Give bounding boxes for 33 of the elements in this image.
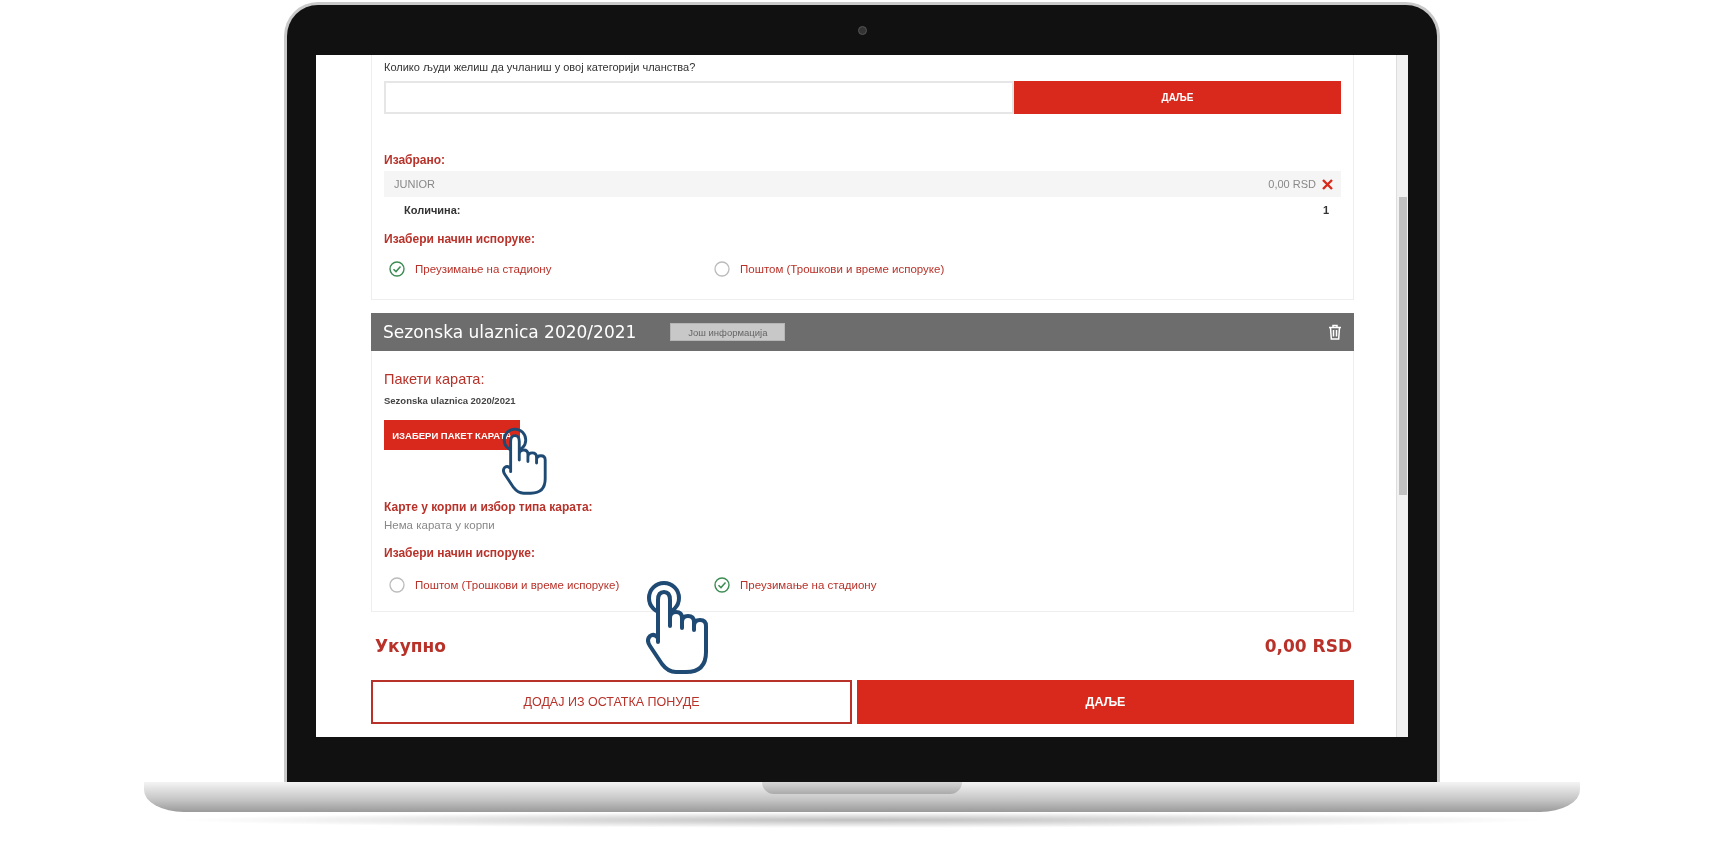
camera-icon — [857, 26, 867, 35]
delivery-option-label[interactable]: Преузимање на стадиону — [415, 263, 552, 275]
section-heading: Изабери начин испоруке: — [384, 232, 536, 246]
quantity-value: 1 — [1322, 204, 1329, 216]
quantity-label: Количина: — [404, 204, 461, 216]
checked-radio-icon[interactable] — [714, 577, 730, 593]
add-more-button[interactable]: ДОДАЈ ИЗ ОСТАТКА ПОНУДЕ — [371, 680, 852, 724]
delivery-option-label[interactable]: Преузимање на стадиону — [740, 579, 877, 591]
total-label: Укупно — [375, 636, 446, 656]
section-heading: Изабрано: — [384, 153, 447, 167]
question-text: Колико људи желиш да учланиш у овој категорији чланства? — [384, 61, 697, 73]
radio-icon[interactable] — [714, 261, 730, 277]
card-title: Sezonska ulaznica 2020/2021 — [383, 322, 637, 342]
empty-cart-text: Нема карата у корпи — [384, 519, 496, 531]
delivery-option-label[interactable]: Поштом (Трошкови и време испоруке) — [415, 579, 620, 591]
trash-icon[interactable] — [1328, 324, 1342, 340]
more-info-button[interactable]: Још информација — [670, 323, 786, 341]
checked-radio-icon[interactable] — [389, 261, 405, 277]
radio-icon[interactable] — [389, 577, 405, 593]
quantity-input-field[interactable] — [384, 81, 1014, 114]
section-heading: Карте у корпи и избор типа карата: — [384, 500, 594, 514]
section-heading: Изабери начин испоруке: — [384, 546, 536, 560]
section-heading: Пакети карата: — [384, 371, 486, 387]
scrollbar[interactable] — [1396, 55, 1408, 737]
package-name: Sezonska ulaznica 2020/2021 — [384, 395, 517, 406]
next-button[interactable]: ДАЉЕ — [1014, 81, 1341, 114]
close-icon[interactable] — [1322, 178, 1333, 190]
delivery-option-label[interactable]: Поштом (Трошкови и време испоруке) — [740, 263, 945, 275]
next-button[interactable]: ДАЉЕ — [857, 680, 1354, 724]
total-value: 0,00 RSD — [1264, 636, 1352, 656]
scrollbar-thumb[interactable] — [1399, 197, 1407, 495]
item-name: JUNIOR — [394, 178, 435, 190]
item-price: 0,00 RSD — [1268, 178, 1316, 190]
